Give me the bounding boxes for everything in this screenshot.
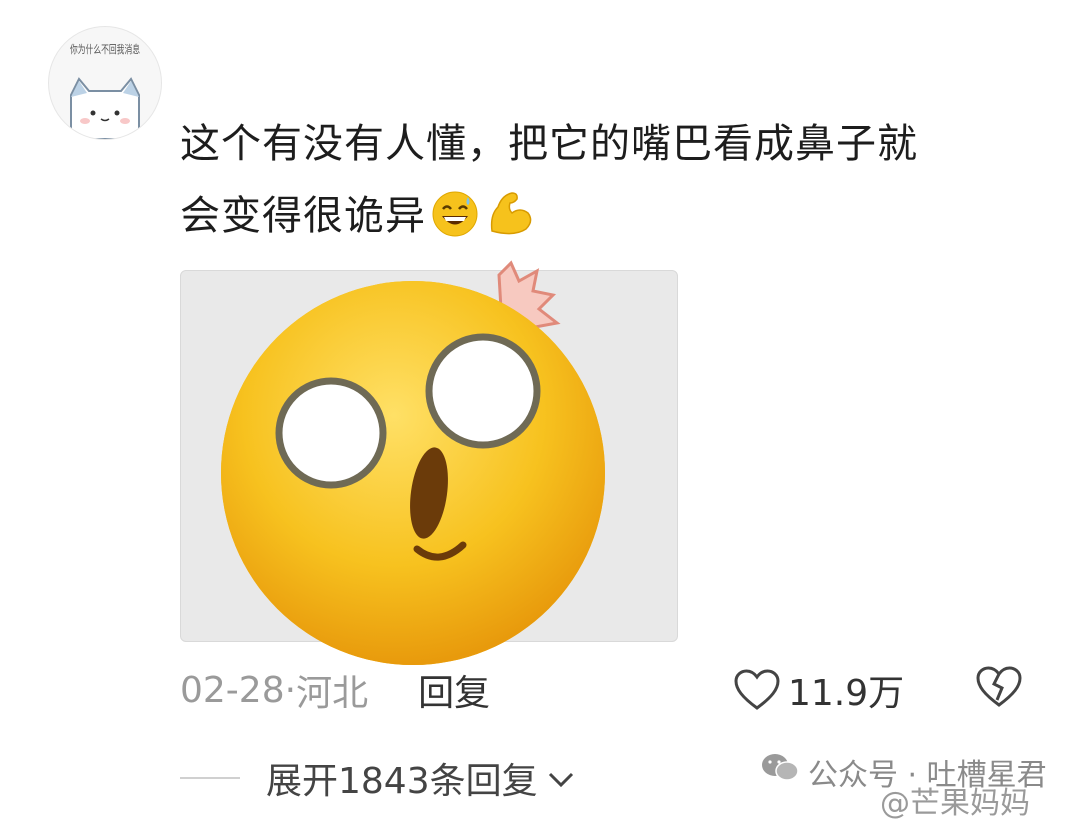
comment-line-1: 这个有没有人懂，把它的嘴巴看成鼻子就 (180, 121, 918, 167)
like-count: 11.9万 (788, 673, 905, 714)
meta-separator: · (284, 669, 297, 711)
flexed-biceps-emoji-icon (484, 187, 536, 262)
chevron-down-icon (546, 758, 576, 799)
wechat-icon (760, 751, 800, 793)
avatar-caption: 你为什么不回我消息 (70, 42, 140, 56)
comment-image[interactable] (180, 260, 678, 665)
broken-heart-icon (976, 666, 1022, 707)
expand-replies-label: 展开1843条回复 (266, 761, 538, 802)
comment-line-2-text: 会变得很诡异 (180, 193, 426, 239)
comment-meta: 02-28 · 河北 回复 (180, 664, 490, 716)
cat-avatar-icon: 你为什么不回我消息 (70, 42, 140, 139)
avatar[interactable]: 你为什么不回我消息 (48, 26, 162, 140)
expand-replies[interactable]: 展开1843条回复 (180, 752, 576, 804)
comment-text: 这个有没有人懂，把它的嘴巴看成鼻子就 会变得很诡异 (180, 108, 1010, 262)
comment-line-2: 会变得很诡异 (180, 180, 1010, 262)
heart-icon (734, 669, 780, 710)
comment-date: 02-28 (180, 669, 285, 711)
dislike-button[interactable] (976, 666, 1022, 712)
reply-button[interactable]: 回复 (418, 664, 490, 716)
shocked-face-emoji-icon (221, 260, 605, 665)
comment-location: 河北 (296, 673, 369, 714)
grinning-sweat-emoji-icon (430, 189, 480, 262)
divider-line (180, 777, 240, 779)
like-button[interactable]: 11.9万 (734, 662, 904, 718)
weibo-watermark: @芒果妈妈 (880, 786, 1030, 821)
